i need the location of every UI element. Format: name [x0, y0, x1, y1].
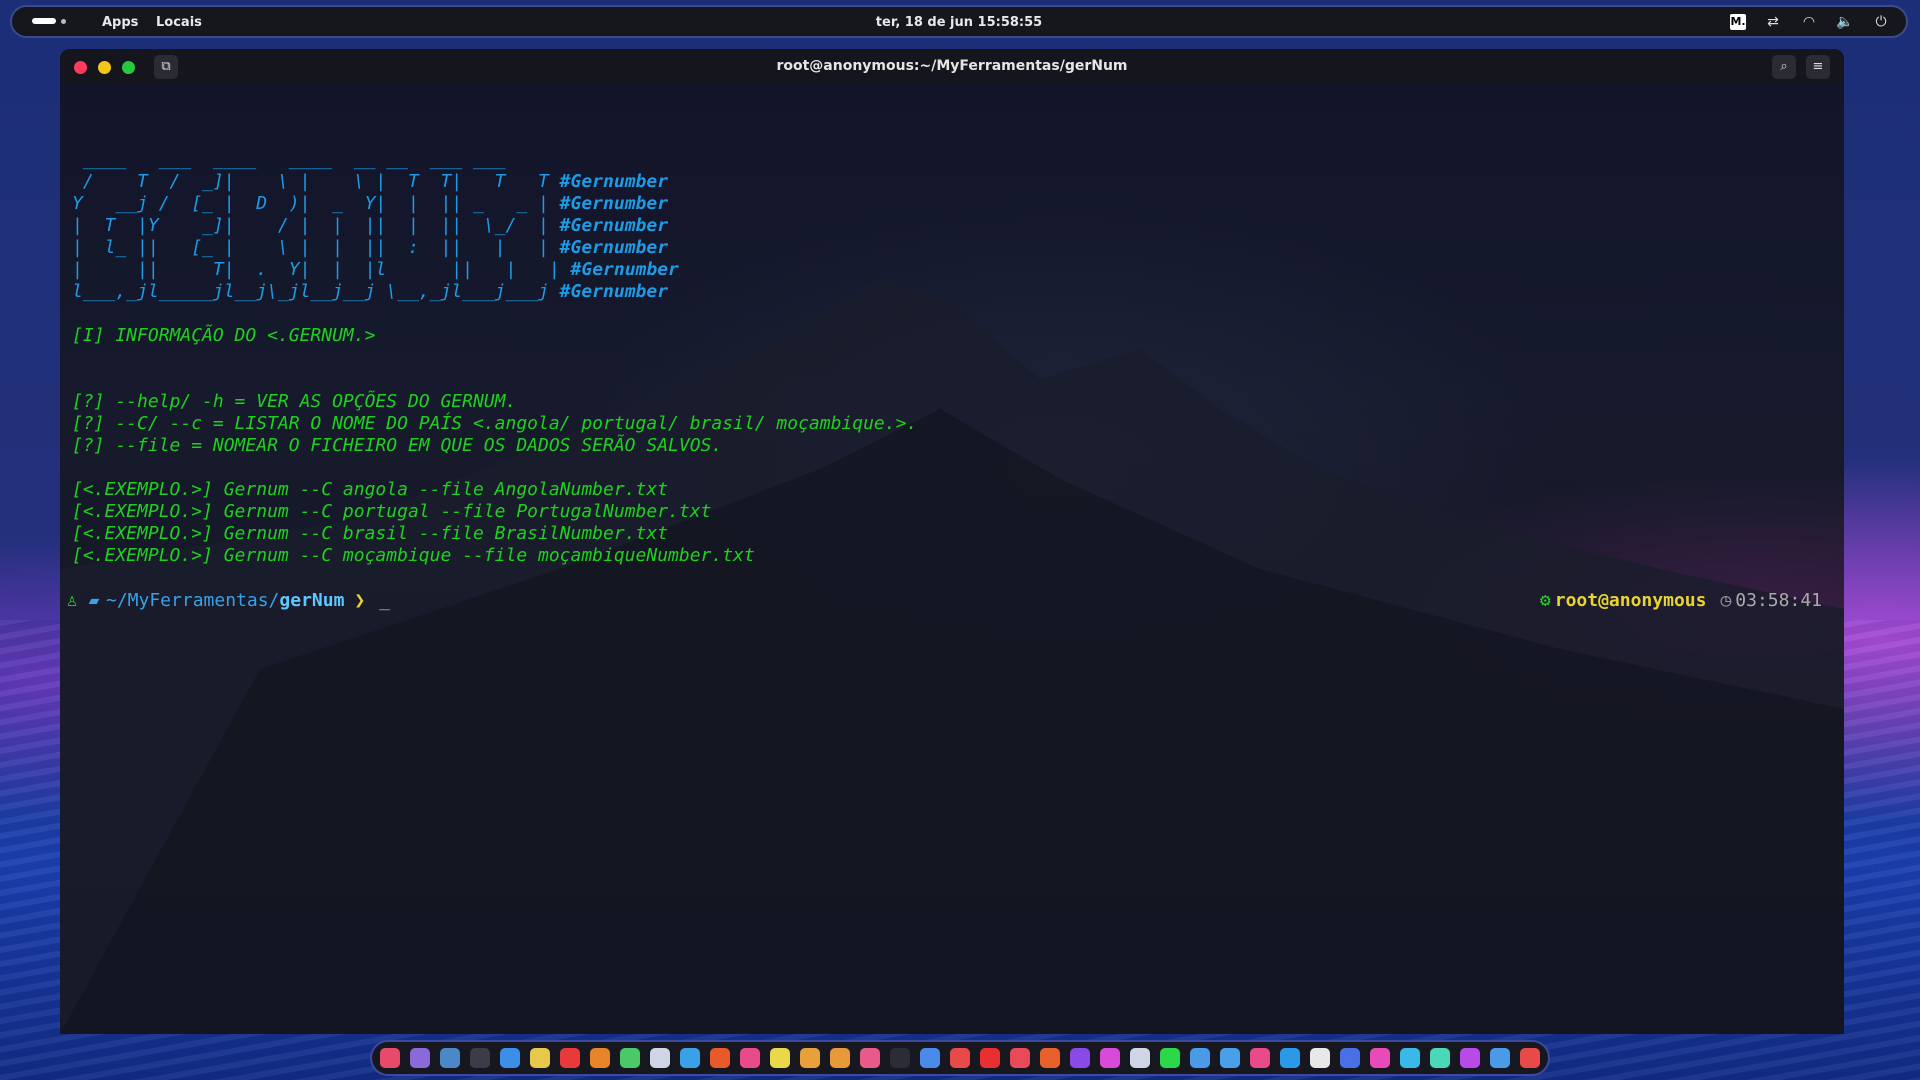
example-line: [<.EXEMPLO.>] Gernum --C angola --file A…: [72, 479, 669, 500]
dock-app-icon[interactable]: [470, 1048, 490, 1068]
gear-icon: ⚙: [1539, 590, 1551, 611]
dock-app-icon[interactable]: [1340, 1048, 1360, 1068]
example-line: [<.EXEMPLO.>] Gernum --C moçambique --fi…: [72, 545, 755, 566]
dock-app-icon[interactable]: [650, 1048, 670, 1068]
dock-app-icon[interactable]: [1190, 1048, 1210, 1068]
dock-app-icon[interactable]: [920, 1048, 940, 1068]
volume-icon[interactable]: 🔈: [1836, 13, 1854, 31]
help-line: [?] --file = NOMEAR O FICHEIRO EM QUE OS…: [72, 435, 723, 456]
hamburger-menu-icon[interactable]: ≡: [1806, 55, 1830, 79]
dock-app-icon[interactable]: [560, 1048, 580, 1068]
window-title: root@anonymous:~/MyFerramentas/gerNum: [776, 58, 1128, 74]
dock-app-icon[interactable]: [1370, 1048, 1390, 1068]
linux-penguin-icon: ♙: [66, 590, 78, 611]
help-line: [?] --C/ --c = LISTAR O NOME DO PAÍS <.a…: [72, 413, 918, 434]
dock-app-icon[interactable]: [710, 1048, 730, 1068]
prompt-time: 03:58:41: [1735, 590, 1822, 611]
text-cursor[interactable]: _: [379, 590, 390, 611]
dock-app-icon[interactable]: [830, 1048, 850, 1068]
power-icon[interactable]: ⏻: [1872, 13, 1890, 31]
top-panel: Apps Locais ter, 18 de jun 15:58:55 M. ⇄…: [10, 5, 1908, 38]
dock-app-icon[interactable]: [740, 1048, 760, 1068]
dock: [370, 1040, 1550, 1076]
dock-app-icon[interactable]: [1070, 1048, 1090, 1068]
dock-app-icon[interactable]: [440, 1048, 460, 1068]
terminal-window: ⧉ root@anonymous:~/MyFerramentas/gerNum …: [60, 49, 1844, 1034]
dock-app-icon[interactable]: [770, 1048, 790, 1068]
dock-app-icon[interactable]: [800, 1048, 820, 1068]
dock-app-icon[interactable]: [380, 1048, 400, 1068]
banner-line: Y __j / [_ | D )| _ Y| | || _ _ | #Gernu…: [72, 193, 669, 214]
dock-app-icon[interactable]: [1160, 1048, 1180, 1068]
banner-line: | l_ || [_ | \ | | || : || | | #Gernumbe…: [72, 237, 669, 258]
info-line: [I] INFORMAÇÃO DO <.GERNUM.>: [72, 325, 376, 346]
dock-app-icon[interactable]: [1400, 1048, 1420, 1068]
shell-prompt[interactable]: ♙ ▰ ~/MyFerramentas/gerNum ❯ _ ⚙ root@an…: [60, 590, 1844, 614]
dock-app-icon[interactable]: [1430, 1048, 1450, 1068]
system-tray: M. ⇄ ◠ 🔈 ⏻: [1730, 13, 1890, 31]
dock-app-icon[interactable]: [1250, 1048, 1270, 1068]
folder-icon: ▰: [88, 590, 100, 611]
dock-app-icon[interactable]: [1010, 1048, 1030, 1068]
dock-app-icon[interactable]: [500, 1048, 520, 1068]
help-line: [?] --help/ -h = VER AS OPÇÕES DO GERNUM…: [72, 391, 517, 412]
dock-app-icon[interactable]: [590, 1048, 610, 1068]
dock-app-icon[interactable]: [1220, 1048, 1240, 1068]
prompt-user: root@anonymous: [1554, 590, 1707, 611]
example-line: [<.EXEMPLO.>] Gernum --C portugal --file…: [72, 501, 712, 522]
prompt-path: ~/MyFerramentas/gerNum: [106, 590, 345, 611]
dock-app-icon[interactable]: [980, 1048, 1000, 1068]
dock-app-icon[interactable]: [1040, 1048, 1060, 1068]
dock-app-icon[interactable]: [1520, 1048, 1540, 1068]
dock-app-icon[interactable]: [1100, 1048, 1120, 1068]
dock-app-icon[interactable]: [890, 1048, 910, 1068]
clock-icon: ◷: [1720, 590, 1732, 611]
banner-line: / T / _]| \ | \ | T T| T T #Gernumber: [72, 171, 669, 192]
prompt-arrow: ❯: [354, 590, 366, 611]
example-line: [<.EXEMPLO.>] Gernum --C brasil --file B…: [72, 523, 669, 544]
dock-app-icon[interactable]: [950, 1048, 970, 1068]
terminal-output[interactable]: ____ ___ ____ ____ __ __ ___ ___ / T / _…: [72, 149, 917, 567]
dock-app-icon[interactable]: [530, 1048, 550, 1068]
dock-app-icon[interactable]: [1490, 1048, 1510, 1068]
dock-app-icon[interactable]: [410, 1048, 430, 1068]
m-app-icon[interactable]: M.: [1730, 14, 1746, 30]
search-icon[interactable]: ⌕: [1772, 55, 1796, 79]
banner-line: | T |Y _]| / | | || | || \_/ | #Gernumbe…: [72, 215, 669, 236]
banner-line: | || T| . Y| | |l || | | #Gernumber: [72, 259, 679, 280]
wifi-icon[interactable]: ◠: [1800, 13, 1818, 31]
banner-line: l___,_jl_____jl__j\_jl__j__j \__,_jl___j…: [72, 281, 669, 302]
dock-app-icon[interactable]: [1130, 1048, 1150, 1068]
window-titlebar[interactable]: ⧉ root@anonymous:~/MyFerramentas/gerNum …: [60, 49, 1844, 83]
dock-app-icon[interactable]: [1310, 1048, 1330, 1068]
dock-app-icon[interactable]: [1280, 1048, 1300, 1068]
dock-app-icon[interactable]: [620, 1048, 640, 1068]
banner-line: ____ ___ ____ ____ __ __ ___ ___: [72, 149, 517, 170]
dock-app-icon[interactable]: [860, 1048, 880, 1068]
clock[interactable]: ter, 18 de jun 15:58:55: [12, 15, 1906, 30]
sync-icon[interactable]: ⇄: [1764, 13, 1782, 31]
dock-app-icon[interactable]: [680, 1048, 700, 1068]
dock-app-icon[interactable]: [1460, 1048, 1480, 1068]
